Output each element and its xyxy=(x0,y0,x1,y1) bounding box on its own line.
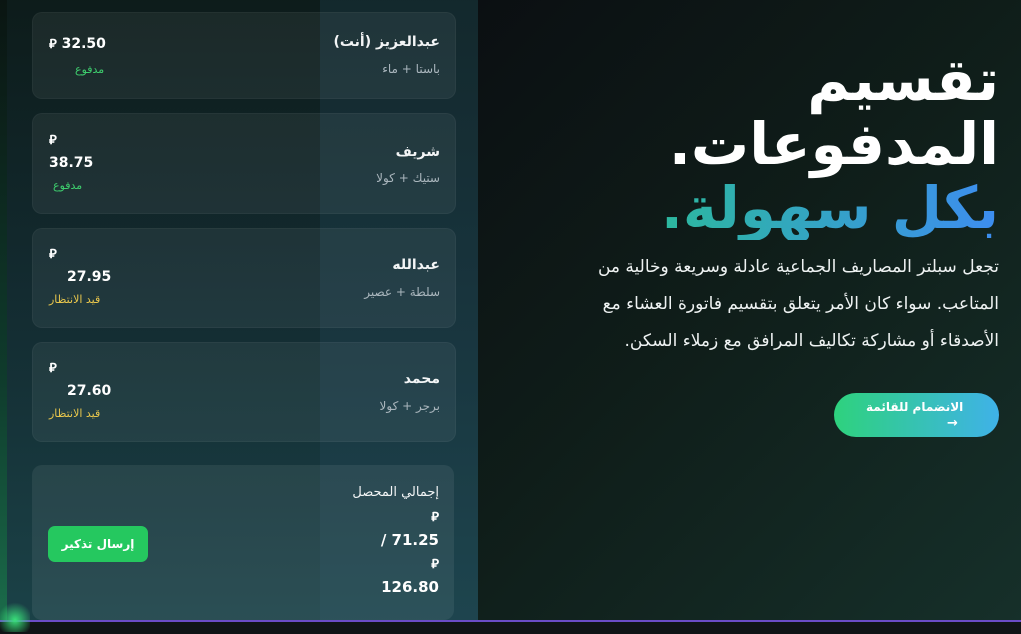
separator: / xyxy=(380,531,387,549)
member-amount: ⃁ 27.95 xyxy=(49,247,112,285)
riyal-icon: ⃁ xyxy=(431,510,439,525)
total-amounts: ⃁ / 71.25 ⃁ 126.80 xyxy=(381,505,439,599)
riyal-icon: ⃁ xyxy=(49,361,57,376)
member-name: شريف xyxy=(395,144,440,160)
member-card: عبدالعزيز (أنت) باستا + ماء ⃁ 32.50 مدفو… xyxy=(32,12,456,99)
arrow-right-icon: → xyxy=(947,416,958,431)
total-collected-card: إجمالي المحصل ⃁ / 71.25 ⃁ 126.80 إرسال ت… xyxy=(32,465,454,620)
hero-title-line3: بكل سهولة. xyxy=(599,176,999,240)
hero-description: تجعل سبلتر المصاريف الجماعية عادلة وسريع… xyxy=(597,257,999,351)
status-badge: قيد الانتظار xyxy=(49,407,101,420)
glow-decoration xyxy=(0,600,30,632)
member-items: ستيك + كولا xyxy=(376,171,440,185)
riyal-icon: ⃁ xyxy=(49,247,57,262)
hero-title-line2: المدفوعات. xyxy=(668,110,999,178)
riyal-icon: ⃁ xyxy=(431,557,439,572)
hero-title-line1: تقسيم xyxy=(807,46,999,114)
member-amount: ⃁ 38.75 xyxy=(49,133,94,171)
member-card: شريف ستيك + كولا ⃁ 38.75 مدفوع xyxy=(32,113,456,214)
member-card: عبدالله سلطة + عصير ⃁ 27.95 قيد الانتظار xyxy=(32,228,456,328)
total-label: إجمالي المحصل xyxy=(352,485,439,500)
member-name: عبدالعزيز (أنت) xyxy=(333,34,440,50)
total-amount: 126.80 xyxy=(381,578,439,596)
status-badge: قيد الانتظار xyxy=(49,293,101,306)
join-waitlist-button[interactable]: الانضمام للقائمة → xyxy=(834,393,999,437)
collected-amount: 71.25 xyxy=(391,531,439,549)
hero-title: تقسيم المدفوعات. بكل سهولة. xyxy=(599,48,999,240)
member-items: برجر + كولا xyxy=(379,399,440,413)
member-items: سلطة + عصير xyxy=(364,285,440,299)
member-name: محمد xyxy=(403,371,440,387)
member-amount: ⃁ 27.60 xyxy=(49,361,112,399)
join-waitlist-label: الانضمام للقائمة xyxy=(866,400,964,414)
status-badge: مدفوع xyxy=(75,63,105,76)
status-badge: مدفوع xyxy=(53,179,83,192)
member-amount: ⃁ 32.50 xyxy=(49,36,106,52)
member-name: عبدالله xyxy=(392,257,440,273)
member-items: باستا + ماء xyxy=(382,62,440,76)
send-reminder-button[interactable]: إرسال تذكير xyxy=(48,526,148,562)
member-card: محمد برجر + كولا ⃁ 27.60 قيد الانتظار xyxy=(32,342,456,442)
riyal-icon: ⃁ xyxy=(49,37,57,52)
riyal-icon: ⃁ xyxy=(49,133,57,148)
